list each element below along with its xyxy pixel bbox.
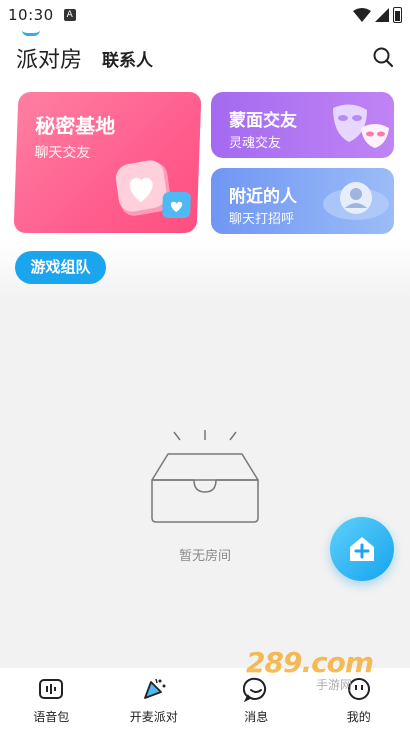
empty-box-icon [151,430,259,523]
tab-contacts[interactable]: 联系人 [102,46,153,71]
notification-a-icon: A [63,9,76,21]
watermark-text: 289.com [246,646,374,679]
heart-chat-icon [115,160,191,218]
nav-party[interactable]: 开麦派对 [103,668,206,730]
add-home-icon [350,537,374,561]
search-icon[interactable] [372,46,394,68]
game-group-button[interactable]: 游戏组队 [15,251,106,284]
mask-icon [333,104,389,148]
card-secret-subtitle: 聊天交友 [34,145,91,161]
nav-messages-label: 消息 [244,710,269,724]
card-nearby-people[interactable]: 附近的人 聊天打招呼 [211,168,394,234]
nearby-person-icon [323,182,389,220]
card-mask-title: 蒙面交友 [229,111,297,131]
header: 派对房 联系人 [0,38,410,78]
nav-voice-pack-label: 语音包 [33,710,70,724]
status-bar: 10:30 A [0,0,410,30]
status-indicators [353,7,402,23]
card-nearby-title: 附近的人 [229,187,297,207]
signal-icon [375,8,389,22]
card-nearby-subtitle: 聊天打招呼 [229,212,295,227]
status-time: 10:30 [8,6,54,24]
party-icon [143,678,166,699]
tab-party-room[interactable]: 派对房 [16,42,82,74]
wifi-icon [353,8,371,22]
voice-pack-icon [39,679,64,699]
card-secret-base[interactable]: 秘密基地 聊天交友 [13,92,202,233]
watermark-subtext: 手游网 [316,678,353,692]
card-masked-dating[interactable]: 蒙面交友 灵魂交友 [211,92,394,158]
card-secret-title: 秘密基地 [34,114,116,138]
battery-icon [393,7,402,23]
nav-party-label: 开麦派对 [129,710,178,724]
nav-profile-label: 我的 [346,710,371,724]
card-mask-subtitle: 灵魂交友 [229,136,282,151]
nav-voice-pack[interactable]: 语音包 [0,668,103,730]
create-room-button[interactable] [330,517,394,581]
watermark-logo: 289.com 手游网 [246,646,392,694]
